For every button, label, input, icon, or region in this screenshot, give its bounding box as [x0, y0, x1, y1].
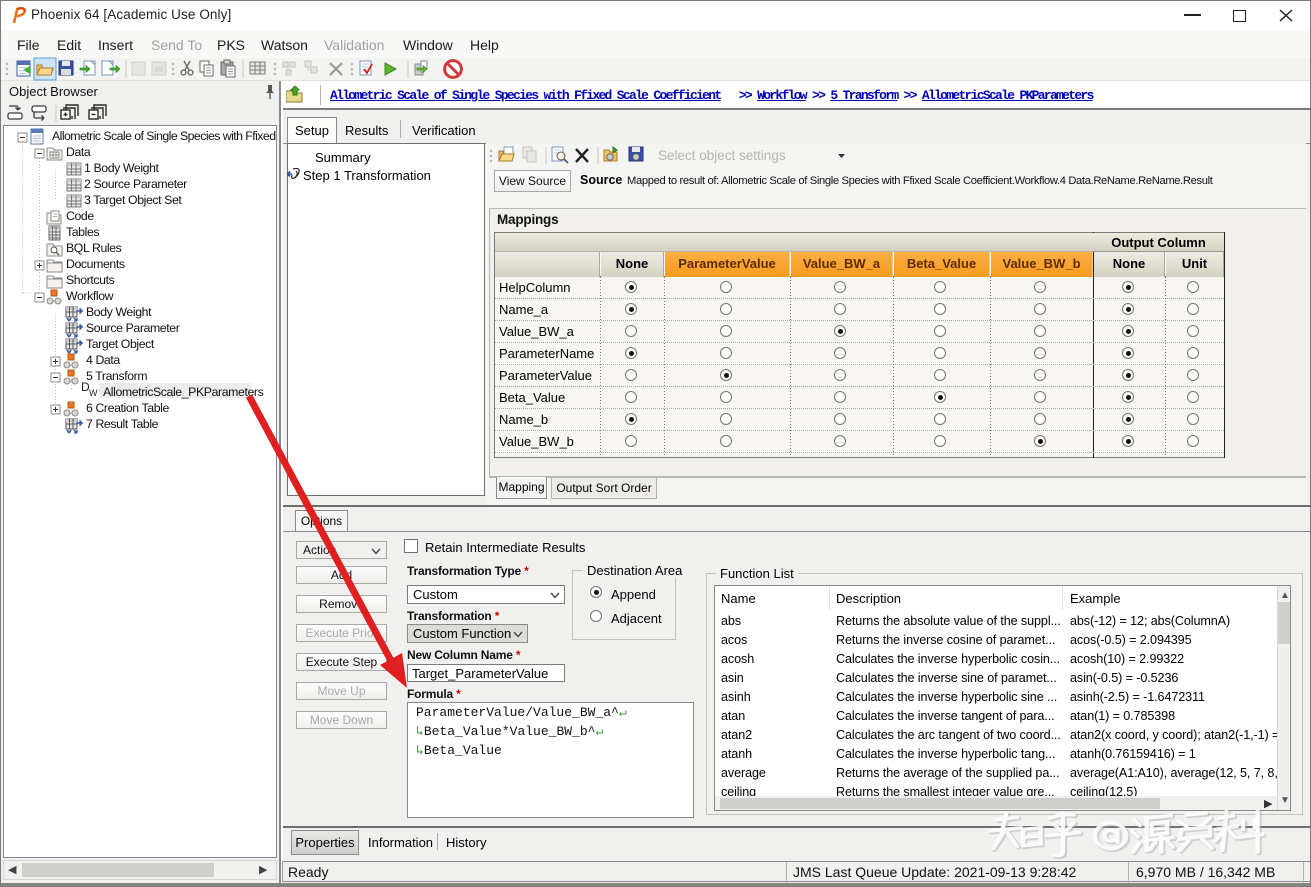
svg-text:Select object settings: Select object settings [658, 148, 786, 163]
